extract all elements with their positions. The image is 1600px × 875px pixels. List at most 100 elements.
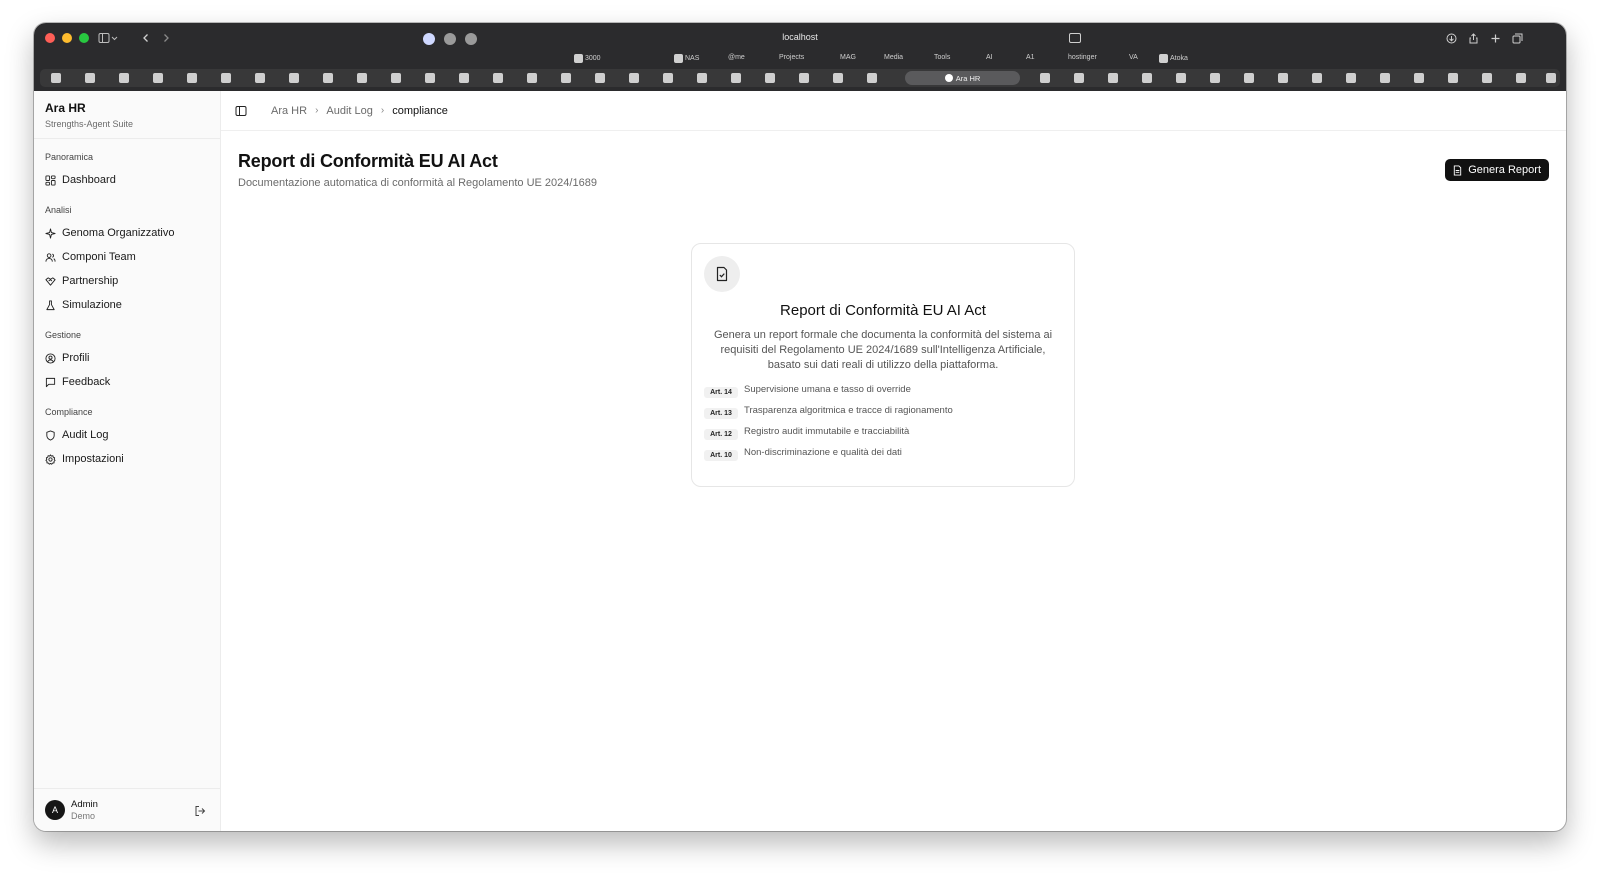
tab[interactable] [731, 73, 741, 83]
tab[interactable] [629, 73, 639, 83]
tab[interactable] [1040, 73, 1050, 83]
card-title: Report di Conformità EU AI Act [780, 302, 986, 319]
active-tab[interactable]: Ara HR [905, 71, 1020, 85]
sidebar-item-genoma[interactable]: Genoma Organizzativo [45, 221, 209, 245]
tab[interactable] [391, 73, 401, 83]
tab[interactable] [1312, 73, 1322, 83]
download-icon[interactable] [1440, 30, 1462, 46]
tab[interactable] [1142, 73, 1152, 83]
bookmark-folder[interactable]: AI [986, 54, 993, 61]
tab[interactable] [561, 73, 571, 83]
tab[interactable] [119, 73, 129, 83]
tab[interactable] [833, 73, 843, 83]
sidebar-item-audit-log[interactable]: Audit Log [45, 423, 209, 447]
chevron-right-icon: › [315, 105, 319, 116]
bookmark[interactable]: NAS [674, 54, 699, 63]
bookmark[interactable]: Atoka [1159, 54, 1188, 63]
forward-icon[interactable] [155, 30, 177, 46]
tab[interactable] [1516, 73, 1526, 83]
bookmark[interactable]: 3000 [574, 54, 601, 63]
tab[interactable] [1482, 73, 1492, 83]
translate-icon[interactable] [1064, 30, 1086, 46]
list-item: Art. 13 Trasparenza algoritmica e tracce… [704, 405, 1062, 426]
generate-report-button[interactable]: Genera Report [1445, 159, 1549, 181]
tab[interactable] [357, 73, 367, 83]
tab[interactable] [1074, 73, 1084, 83]
tab[interactable] [1176, 73, 1186, 83]
tab[interactable] [221, 73, 231, 83]
list-item: Art. 12 Registro audit immutabile e trac… [704, 426, 1062, 447]
tab[interactable] [255, 73, 265, 83]
tab[interactable] [51, 73, 61, 83]
back-icon[interactable] [135, 30, 157, 46]
tab[interactable] [1546, 73, 1556, 83]
tab[interactable] [765, 73, 775, 83]
page-subtitle: Documentazione automatica di conformità … [238, 177, 597, 189]
extension-icon[interactable] [465, 33, 477, 45]
logout-icon[interactable] [194, 805, 206, 817]
bookmark-folder[interactable]: Tools [934, 54, 950, 61]
tab[interactable] [1448, 73, 1458, 83]
sidebar-item-partnership[interactable]: Partnership [45, 269, 209, 293]
tab[interactable] [323, 73, 333, 83]
extension-icon[interactable] [423, 33, 435, 45]
tab[interactable] [493, 73, 503, 83]
tab[interactable] [1278, 73, 1288, 83]
extension-icon[interactable] [444, 33, 456, 45]
tab[interactable] [595, 73, 605, 83]
tab[interactable] [1414, 73, 1424, 83]
topbar: Ara HR › Audit Log › compliance [221, 91, 1566, 131]
user-menu[interactable]: A Admin Demo [34, 788, 220, 831]
tab[interactable] [187, 73, 197, 83]
tab[interactable] [1346, 73, 1356, 83]
breadcrumb-item[interactable]: Ara HR [271, 105, 307, 117]
sidebar-item-impostazioni[interactable]: Impostazioni [45, 447, 209, 471]
sidebar-toggle-icon[interactable] [94, 30, 122, 46]
app: Ara HR Strengths-Agent Suite Panoramica … [34, 91, 1566, 831]
tab[interactable] [1244, 73, 1254, 83]
tab[interactable] [867, 73, 877, 83]
tab[interactable] [425, 73, 435, 83]
close-window-button[interactable] [45, 33, 55, 43]
address-bar[interactable]: localhost [782, 32, 818, 42]
brand-name: Ara HR [45, 101, 86, 115]
tab[interactable] [1108, 73, 1118, 83]
tab-bar: Ara HR [40, 69, 1560, 87]
tab[interactable] [459, 73, 469, 83]
share-icon[interactable] [1462, 30, 1484, 46]
tab[interactable] [153, 73, 163, 83]
card-description: Genera un report formale che documenta l… [713, 329, 1053, 371]
bookmark-folder[interactable]: A1 [1026, 54, 1035, 61]
bookmark-folder[interactable]: @me [728, 54, 745, 61]
tab[interactable] [799, 73, 809, 83]
bookmark-folder[interactable]: hostinger [1068, 54, 1097, 61]
tab[interactable] [85, 73, 95, 83]
tab[interactable] [697, 73, 707, 83]
sidebar-item-componi-team[interactable]: Componi Team [45, 245, 209, 269]
sidebar-item-profili[interactable]: Profili [45, 346, 209, 370]
new-tab-icon[interactable] [1484, 30, 1506, 46]
tab[interactable] [1380, 73, 1390, 83]
tab[interactable] [1210, 73, 1220, 83]
tab[interactable] [663, 73, 673, 83]
bookmark-folder[interactable]: VA [1129, 54, 1138, 61]
bookmark-folder[interactable]: Media [884, 54, 903, 61]
tab[interactable] [527, 73, 537, 83]
window-controls [45, 33, 89, 43]
avatar: A [45, 800, 65, 820]
main-content: Ara HR › Audit Log › compliance Report d… [221, 91, 1566, 831]
tab[interactable] [289, 73, 299, 83]
minimize-window-button[interactable] [62, 33, 72, 43]
nav-group-gestione: Gestione Profili Feedback [34, 330, 220, 394]
sidebar-toggle-icon[interactable] [235, 105, 247, 117]
bookmark-folder[interactable]: Projects [779, 54, 804, 61]
sidebar-item-label: Impostazioni [62, 453, 124, 465]
zoom-window-button[interactable] [79, 33, 89, 43]
sidebar-item-dashboard[interactable]: Dashboard [45, 168, 209, 192]
sidebar-item-feedback[interactable]: Feedback [45, 370, 209, 394]
sidebar-item-simulazione[interactable]: Simulazione [45, 293, 209, 317]
article-badge: Art. 13 [704, 408, 738, 419]
breadcrumb-item[interactable]: Audit Log [326, 105, 372, 117]
tab-overview-icon[interactable] [1506, 30, 1528, 46]
bookmark-folder[interactable]: MAG [840, 54, 856, 61]
